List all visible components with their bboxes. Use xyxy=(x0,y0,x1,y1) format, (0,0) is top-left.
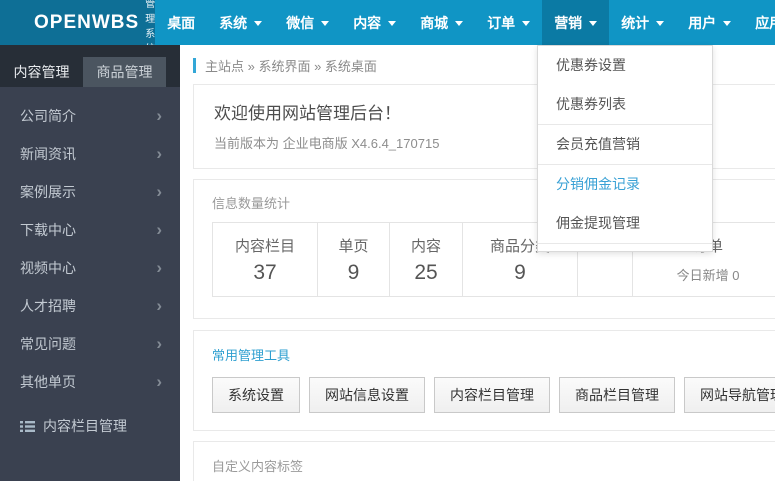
sidebar-item-cases[interactable]: 案例展示 › xyxy=(0,173,180,211)
app-window: OPENWBS 管理系统 桌面 系统 微信 内容 商城 订单 营销 统计 用户 … xyxy=(0,0,775,481)
nav-item-wechat[interactable]: 微信 xyxy=(274,0,341,45)
chevron-down-icon xyxy=(522,21,531,26)
menu-item-coupon-settings[interactable]: 优惠券设置 xyxy=(538,46,712,85)
chevron-right-icon: › xyxy=(156,372,162,391)
chevron-right-icon: › xyxy=(156,144,162,163)
sidebar-item-news[interactable]: 新闻资讯 › xyxy=(0,135,180,173)
chevron-right-icon: › xyxy=(156,106,162,125)
chevron-down-icon xyxy=(388,21,397,26)
chevron-right-icon: › xyxy=(156,334,162,353)
breadcrumb-text: 主站点 » 系统界面 » 系统桌面 xyxy=(205,58,377,74)
content-column-manage-button[interactable]: 内容栏目管理 xyxy=(434,377,550,413)
logo-text: OPENWBS xyxy=(34,11,140,33)
nav-item-content[interactable]: 内容 xyxy=(341,0,408,45)
top-navbar: OPENWBS 管理系统 桌面 系统 微信 内容 商城 订单 营销 统计 用户 … xyxy=(0,0,775,55)
chevron-down-icon xyxy=(455,21,464,26)
chevron-right-icon: › xyxy=(156,296,162,315)
chevron-down-icon xyxy=(656,21,665,26)
nav-item-stats[interactable]: 统计 xyxy=(609,0,676,45)
sidebar-item-jobs[interactable]: 人才招聘 › xyxy=(0,287,180,325)
chevron-down-icon xyxy=(723,21,732,26)
tab-product-manage[interactable]: 商品管理 xyxy=(83,57,166,87)
marketing-dropdown-menu: 优惠券设置 优惠券列表 会员充值营销 分销佣金记录 佣金提现管理 xyxy=(537,45,713,252)
sidebar-menu: 公司简介 › 新闻资讯 › 案例展示 › 下载中心 › 视频中心 › 人才招聘 › 常见问题… xyxy=(0,87,180,401)
nav-item-user[interactable]: 用户 xyxy=(676,0,743,45)
sidebar-item-videos[interactable]: 视频中心 › xyxy=(0,249,180,287)
sidebar-item-content-column-manage[interactable]: 内容栏目管理 xyxy=(0,407,180,445)
nav-item-marketing[interactable]: 营销 xyxy=(542,0,610,45)
menu-item-member-recharge-marketing[interactable]: 会员充值营销 xyxy=(538,125,712,164)
system-settings-button[interactable]: 系统设置 xyxy=(212,377,300,413)
tags-card: 自定义内容标签 【OpenWBS建站系统 www.openwbs.com】 in… xyxy=(193,441,775,481)
nav-item-mall[interactable]: 商城 xyxy=(408,0,475,45)
tags-section-title: 自定义内容标签 xyxy=(212,459,304,474)
chevron-down-icon xyxy=(254,21,263,26)
chevron-right-icon: › xyxy=(156,220,162,239)
tools-section-title[interactable]: 常用管理工具 xyxy=(212,345,775,364)
menu-divider xyxy=(538,243,712,244)
stat-contents: 内容 25 xyxy=(390,223,463,296)
nav-item-system[interactable]: 系统 xyxy=(207,0,274,45)
chevron-right-icon: › xyxy=(156,182,162,201)
nav-item-desktop[interactable]: 桌面 xyxy=(155,0,207,45)
chevron-down-icon xyxy=(321,21,330,26)
nav-item-order[interactable]: 订单 xyxy=(475,0,542,45)
tools-card: 常用管理工具 系统设置 网站信息设置 内容栏目管理 商品栏目管理 网站导航管理 xyxy=(193,330,775,431)
sidebar-tabs: 内容管理 商品管理 xyxy=(0,45,180,87)
sidebar-item-company-profile[interactable]: 公司简介 › xyxy=(0,97,180,135)
chevron-right-icon: › xyxy=(156,258,162,277)
list-icon xyxy=(20,420,35,432)
sidebar-item-other-pages[interactable]: 其他单页 › xyxy=(0,363,180,401)
tools-button-row: 系统设置 网站信息设置 内容栏目管理 商品栏目管理 网站导航管理 xyxy=(212,377,775,413)
menu-item-commission-withdrawal-manage[interactable]: 佣金提现管理 xyxy=(538,204,712,243)
sidebar-item-faq[interactable]: 常见问题 › xyxy=(0,325,180,363)
stat-single-pages: 单页 9 xyxy=(318,223,390,296)
product-column-manage-button[interactable]: 商品栏目管理 xyxy=(559,377,675,413)
menu-item-distribution-commission-records[interactable]: 分销佣金记录 xyxy=(538,165,712,204)
site-info-settings-button[interactable]: 网站信息设置 xyxy=(309,377,425,413)
nav-item-app[interactable]: 应用 xyxy=(743,0,775,45)
main-menu: 桌面 系统 微信 内容 商城 订单 营销 统计 用户 应用 xyxy=(155,0,775,45)
chevron-down-icon xyxy=(589,21,598,26)
sidebar-item-downloads[interactable]: 下载中心 › xyxy=(0,211,180,249)
menu-item-coupon-list[interactable]: 优惠券列表 xyxy=(538,85,712,124)
breadcrumb-accent-bar xyxy=(193,57,196,73)
tab-content-manage[interactable]: 内容管理 xyxy=(0,57,83,87)
app-logo: OPENWBS 管理系统 xyxy=(0,0,156,55)
sidebar: 内容管理 商品管理 公司简介 › 新闻资讯 › 案例展示 › 下载中心 › 视频中心 › … xyxy=(0,45,180,481)
stat-content-columns: 内容栏目 37 xyxy=(213,223,318,296)
site-nav-manage-button[interactable]: 网站导航管理 xyxy=(684,377,775,413)
